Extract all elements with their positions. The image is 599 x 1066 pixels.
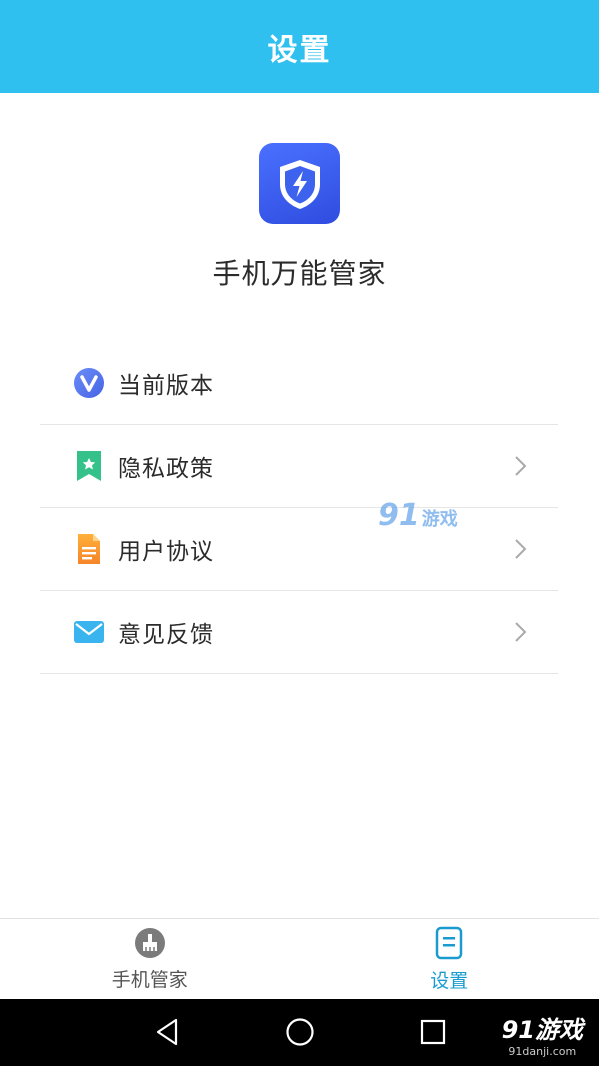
document-icon (72, 532, 106, 566)
menu-item-privacy[interactable]: 隐私政策 (40, 425, 558, 508)
watermark-center-number: 91 (378, 498, 420, 533)
mail-icon (72, 615, 106, 649)
watermark-url: 91danji.com (508, 1045, 577, 1058)
watermark-corner: 91游戏 91danji.com (502, 1010, 583, 1058)
watermark-center-text: 游戏 (421, 509, 458, 530)
menu-label-feedback: 意见反馈 (118, 622, 214, 648)
menu-label-version: 当前版本 (118, 373, 214, 399)
page-title: 设置 (267, 32, 332, 68)
menu-item-agreement[interactable]: 用户协议 (40, 508, 558, 591)
watermark-brand: 91游戏 (501, 1016, 583, 1044)
watermark-center: 91 游戏 (378, 498, 458, 533)
chevron-right-icon (515, 456, 527, 476)
header-bar: 设置 (0, 0, 599, 93)
v-logo-icon (72, 366, 106, 400)
menu-item-feedback[interactable]: 意见反馈 (40, 591, 558, 674)
bottom-tab-bar: 手机管家 设置 (0, 918, 599, 999)
menu-label-agreement: 用户协议 (118, 539, 214, 565)
tab-label-settings: 设置 (430, 969, 469, 992)
back-triangle-icon[interactable] (154, 1017, 180, 1047)
home-circle-icon[interactable] (285, 1017, 315, 1047)
recents-square-icon[interactable] (420, 1017, 446, 1047)
chevron-right-icon (515, 539, 527, 559)
tab-phone-manager[interactable]: 手机管家 (0, 919, 300, 999)
app-name: 手机万能管家 (212, 257, 387, 290)
app-logo (259, 143, 340, 224)
menu-item-version[interactable]: 当前版本 (40, 342, 558, 425)
menu-label-privacy: 隐私政策 (118, 456, 214, 482)
shield-lightning-icon (279, 159, 320, 209)
chevron-right-icon (515, 622, 527, 642)
settings-menu: 当前版本 隐私政策 用户协议 意见反馈 (40, 342, 558, 674)
settings-doc-icon (436, 926, 463, 959)
tab-label-phone-manager: 手机管家 (111, 968, 188, 991)
broom-icon (134, 927, 165, 958)
bookmark-star-icon (72, 449, 106, 483)
tab-settings[interactable]: 设置 (300, 919, 599, 999)
